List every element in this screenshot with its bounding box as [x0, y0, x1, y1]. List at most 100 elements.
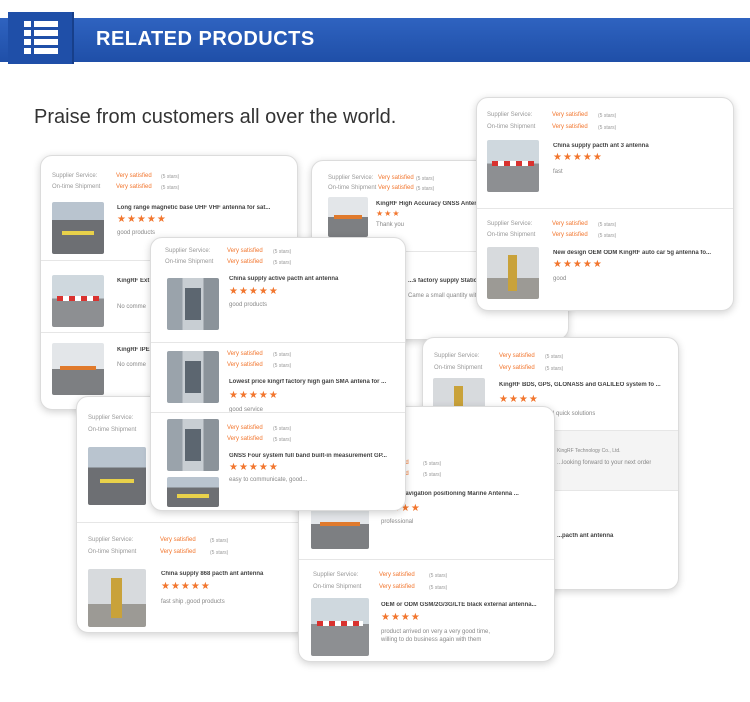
product-title[interactable]: China supply pacth ant 3 antenna	[553, 143, 723, 149]
review-comment: good products	[117, 230, 156, 236]
supplier-service-label: Supplier Service:	[487, 221, 533, 227]
stars-count: (5 stars)	[545, 354, 564, 360]
stars-count: (5 stars)	[598, 222, 617, 228]
review-comment: professional	[381, 519, 414, 525]
star-rating: ★★★★★	[229, 286, 279, 297]
product-title[interactable]: Long range magnetic base UHF VHF antenna…	[117, 205, 287, 211]
review-comment: easy to communicate, good...	[229, 477, 308, 483]
product-title[interactable]: OEM or ODM GSM/2G/3G/LTE black external …	[381, 602, 546, 608]
supplier-service-label: Supplier Service:	[434, 353, 480, 359]
supplier-service-label: Supplier Service:	[52, 173, 98, 179]
product-title[interactable]: China supply active pacth ant antenna	[229, 276, 399, 282]
list-icon	[24, 21, 58, 54]
stars-count: (5 stars)	[429, 585, 448, 591]
star-rating: ★★★	[376, 209, 401, 218]
stars-count: (5 stars)	[429, 573, 448, 579]
product-image[interactable]	[167, 419, 219, 471]
product-image[interactable]	[487, 247, 539, 299]
rating-text: Very satisfied	[379, 572, 415, 578]
stars-count: (5 stars)	[545, 366, 564, 372]
supplier-service-label: Supplier Service:	[165, 248, 211, 254]
product-title[interactable]: New design OEM ODM KingRF auto car 5g an…	[553, 250, 723, 256]
product-image[interactable]	[167, 351, 219, 403]
stars-count: (5 stars)	[423, 472, 442, 478]
rating-text: Very satisfied	[552, 221, 588, 227]
product-title[interactable]: ...pacth ant antenna	[557, 533, 667, 539]
product-image[interactable]	[52, 202, 104, 254]
product-image[interactable]	[52, 343, 104, 395]
stars-count: (5 stars)	[598, 113, 617, 119]
shipment-label: On-time Shipment	[434, 365, 483, 371]
review-comment: product arrived on very a very good time…	[381, 629, 491, 635]
product-title[interactable]: GNSS Four system full band built-in meas…	[229, 453, 399, 459]
rating-text: Very satisfied	[227, 436, 263, 442]
review-item: Supplier Service: Very satisfied (5 star…	[299, 559, 554, 661]
rating-text: Very satisfied	[227, 248, 263, 254]
star-rating: ★★★★★	[117, 214, 167, 225]
stars-count: (5 stars)	[273, 352, 292, 358]
shipment-label: On-time Shipment	[52, 184, 101, 190]
rating-text: Very satisfied	[227, 362, 263, 368]
stars-count: (5 stars)	[161, 174, 180, 180]
rating-text: Very satisfied	[552, 112, 588, 118]
section-header: RELATED PRODUCTS	[0, 12, 750, 64]
star-rating: ★★★★★	[229, 462, 279, 473]
product-title[interactable]: Lowest price kingrf factory high gain SM…	[229, 379, 399, 385]
stars-count: (5 stars)	[273, 437, 292, 443]
rating-text: Very satisfied	[378, 185, 414, 191]
shipment-label: On-time Shipment	[88, 427, 137, 433]
product-title[interactable]: China supply 868 pacth ant antenna	[161, 571, 301, 577]
supplier-service-label: Supplier Service:	[88, 415, 134, 421]
product-image[interactable]	[311, 598, 369, 656]
supplier-service-label: Supplier Service:	[328, 175, 374, 181]
shipment-label: On-time Shipment	[328, 185, 377, 191]
product-image[interactable]	[167, 477, 219, 507]
product-image[interactable]	[52, 275, 104, 327]
supplier-service-label: Supplier Service:	[487, 112, 533, 118]
product-image[interactable]	[487, 140, 539, 192]
product-image[interactable]	[328, 197, 368, 237]
review-item: Very satisfied (5 stars) Very satisfied …	[151, 412, 405, 510]
stars-count: (5 stars)	[273, 426, 292, 432]
stars-count: (5 stars)	[416, 186, 435, 192]
review-card: Supplier Service: Very satisfied (5 star…	[150, 237, 406, 511]
review-comment: fast ship ,good products	[161, 599, 225, 605]
supplier-service-label: Supplier Service:	[313, 572, 359, 578]
product-image[interactable]	[88, 447, 146, 505]
review-comment: good products	[229, 302, 268, 308]
rating-text: Very satisfied	[160, 549, 196, 555]
product-image[interactable]	[88, 569, 146, 627]
shipment-label: On-time Shipment	[165, 259, 214, 265]
supplier-service-label: Supplier Service:	[88, 537, 134, 543]
rating-text: Very satisfied	[227, 351, 263, 357]
star-rating: ★★★★★	[161, 581, 211, 592]
rating-text: Very satisfied	[160, 537, 196, 543]
shipment-label: On-time Shipment	[487, 232, 536, 238]
rating-text: Very satisfied	[116, 173, 152, 179]
rating-text: Very satisfied	[378, 175, 414, 181]
review-comment: d quick solutions	[551, 411, 596, 417]
review-comment: willing to do business again with them	[381, 637, 482, 643]
rating-text: Very satisfied	[552, 232, 588, 238]
stars-count: (5 stars)	[423, 461, 442, 467]
stars-count: (5 stars)	[273, 249, 292, 255]
review-card: Supplier Service: Very satisfied (5 star…	[476, 97, 734, 311]
review-item: Supplier Service: Very satisfied (5 star…	[151, 238, 405, 338]
shipment-label: On-time Shipment	[88, 549, 137, 555]
product-title[interactable]: KingRF BDS, GPS, GLONASS and GALILEO sys…	[499, 382, 669, 388]
star-rating: ★★★★	[499, 394, 539, 405]
product-image[interactable]	[167, 278, 219, 330]
rating-text: Very satisfied	[499, 365, 535, 371]
star-rating: ★★★★★	[229, 390, 279, 401]
review-comment: Thank you	[376, 222, 405, 228]
review-item: Supplier Service: Very satisfied (5 star…	[477, 208, 733, 308]
header-icon-box	[8, 12, 74, 64]
rating-text: Very satisfied	[116, 184, 152, 190]
section-title: RELATED PRODUCTS	[96, 28, 315, 50]
stars-count: (5 stars)	[161, 185, 180, 191]
seller-reply: ...looking forward to your next order	[557, 460, 652, 466]
star-rating: ★★★★	[381, 612, 421, 623]
stars-count: (5 stars)	[210, 538, 229, 544]
review-item: Supplier Service: Very satisfied (5 star…	[477, 98, 733, 198]
shipment-label: On-time Shipment	[313, 584, 362, 590]
